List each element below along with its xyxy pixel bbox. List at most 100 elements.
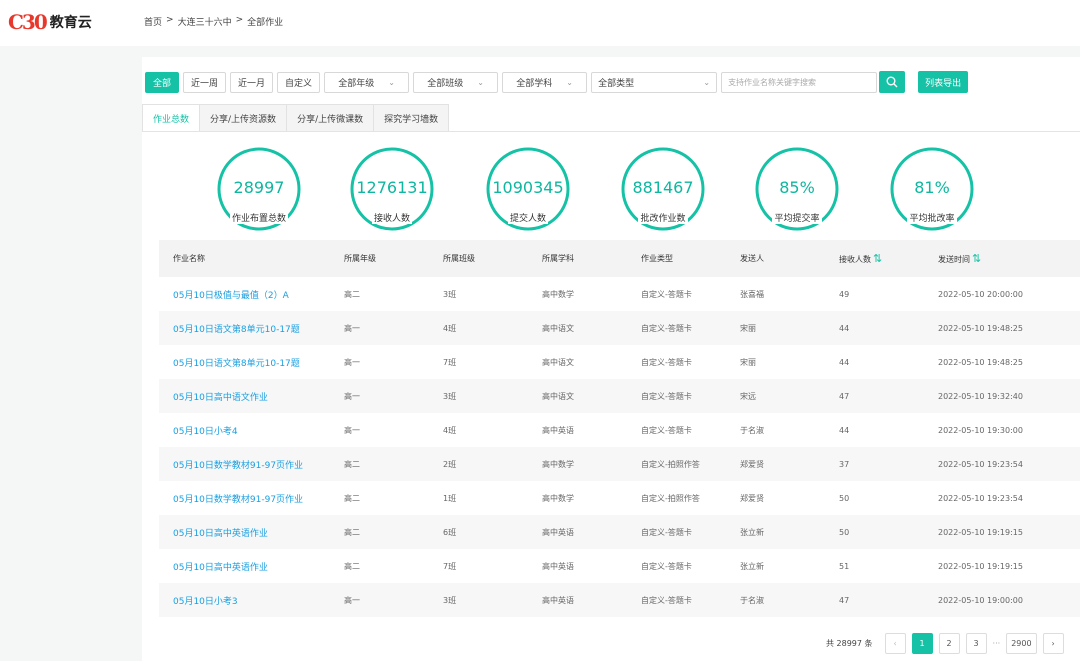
cell-receivers: 44 (839, 425, 850, 435)
cell-send-time: 2022-05-10 19:48:25 (938, 323, 1023, 333)
chevron-down-icon: ⌄ (388, 77, 395, 87)
header-receivers-label: 接收人数 (839, 255, 871, 264)
filter-custom-button[interactable]: 自定义 (277, 71, 321, 93)
chevron-right-icon[interactable]: › (1042, 633, 1064, 654)
homework-name-link[interactable]: 05月10日语文第8单元10-17题 (173, 359, 300, 369)
tab-homework-total[interactable]: 作业总数 (142, 104, 201, 131)
stat-label: 平均批改率 (882, 211, 982, 224)
homework-name-link[interactable]: 05月10日极值与最值（2）A (173, 291, 289, 301)
cell-grade: 高二 (344, 289, 360, 299)
cell-class: 6班 (443, 527, 457, 537)
filter-bar: 全部 近一周 近一月 自定义 全部年级 ⌄ 全部班级 ⌄ 全部学科 ⌄ 全部类型 ⌄ 支… (145, 71, 969, 93)
tab-shared-resources[interactable]: 分享/上传资源数 (199, 104, 288, 131)
cell-type: 自定义-答题卡 (641, 527, 692, 537)
cell-class: 1班 (443, 493, 457, 503)
cell-class: 3班 (443, 595, 457, 605)
export-list-button[interactable]: 列表导出 (918, 71, 969, 93)
stat-card: 81% 平均批改率 (889, 146, 975, 232)
homework-name-link[interactable]: 05月10日高中英语作业 (173, 529, 268, 539)
homework-table: 作业名称 所属年级 所属班级 所属学科 作业类型 发送人 接收人数 ⇅ 发送时间 ⇅… (159, 240, 1080, 617)
cell-receivers: 44 (839, 357, 850, 367)
stat-card: 1276131 接收人数 (349, 146, 435, 232)
cell-send-time: 2022-05-10 19:32:40 (938, 391, 1023, 401)
stat-label: 提交人数 (478, 211, 578, 224)
cell-receivers: 37 (839, 459, 850, 469)
homework-name-link[interactable]: 05月10日小考3 (173, 597, 238, 607)
page-ellipsis[interactable]: ··· (993, 639, 1001, 648)
type-select-value: 全部类型 (598, 78, 635, 89)
sort-icon[interactable]: ⇅ (873, 252, 882, 265)
logo-mark: C30 (8, 10, 48, 34)
stat-label-text: 提交人数 (507, 214, 548, 224)
logo[interactable]: C30 教育云 (8, 10, 92, 34)
breadcrumb-school[interactable]: 大连三十六中 (178, 15, 232, 28)
cell-grade: 高二 (344, 493, 360, 503)
cell-receivers: 47 (839, 391, 850, 401)
chevron-left-icon[interactable]: ‹ (884, 633, 906, 654)
cell-sender: 于名淑 (740, 595, 764, 605)
cell-class: 3班 (443, 289, 457, 299)
stat-card: 28997 作业布置总数 (216, 146, 302, 232)
cell-type: 自定义-答题卡 (641, 391, 692, 401)
page-button-1[interactable]: 1 (911, 633, 933, 654)
grade-select-value: 全部年级 (338, 78, 375, 89)
homework-name-link[interactable]: 05月10日高中语文作业 (173, 393, 268, 403)
cell-sender: 于名淑 (740, 425, 764, 435)
cell-class: 2班 (443, 459, 457, 469)
filter-all-button[interactable]: 全部 (145, 71, 180, 93)
cell-type: 自定义-答题卡 (641, 425, 692, 435)
cell-subject: 高中英语 (542, 425, 574, 435)
subject-select[interactable]: 全部学科 ⌄ (502, 71, 588, 93)
sort-icon[interactable]: ⇅ (972, 252, 981, 265)
filter-month-button[interactable]: 近一月 (230, 71, 274, 93)
header-class: 所属班级 (443, 254, 475, 263)
header-receivers[interactable]: 接收人数 ⇅ (839, 252, 938, 265)
homework-name-link[interactable]: 05月10日高中英语作业 (173, 563, 268, 573)
cell-subject: 高中数学 (542, 459, 574, 469)
search-button[interactable] (879, 71, 906, 93)
table-row: 05月10日数学教材91-97页作业 高二 1班 高中数学 自定义-拍照作答 郑… (159, 481, 1080, 515)
cell-subject: 高中语文 (542, 391, 574, 401)
type-select[interactable]: 全部类型 ⌄ (591, 71, 718, 93)
cell-grade: 高一 (344, 323, 360, 333)
cell-receivers: 50 (839, 527, 850, 537)
cell-sender: 张立新 (740, 561, 764, 571)
table-row: 05月10日语文第8单元10-17题 高一 4班 高中语文 自定义-答题卡 宋丽… (159, 311, 1080, 345)
homework-name-link[interactable]: 05月10日语文第8单元10-17题 (173, 325, 300, 335)
table-row: 05月10日高中语文作业 高一 3班 高中语文 自定义-答题卡 宋远 47 20… (159, 379, 1080, 413)
tab-inquiry-wall[interactable]: 探究学习墙数 (373, 104, 450, 131)
table-row: 05月10日数学教材91-97页作业 高二 2班 高中数学 自定义-拍照作答 郑… (159, 447, 1080, 481)
grade-select[interactable]: 全部年级 ⌄ (324, 71, 410, 93)
stat-value: 28997 (233, 178, 285, 197)
chevron-down-icon: ⌄ (566, 77, 573, 87)
homework-name-link[interactable]: 05月10日数学教材91-97页作业 (173, 495, 303, 505)
homework-name-link[interactable]: 05月10日数学教材91-97页作业 (173, 461, 303, 471)
stat-label-text: 平均提交率 (772, 214, 822, 224)
cell-sender: 张立新 (740, 527, 764, 537)
header-send-time[interactable]: 发送时间 ⇅ (938, 252, 1080, 265)
page-button-last[interactable]: 2900 (1006, 633, 1037, 654)
search-icon (886, 76, 898, 88)
breadcrumb-home[interactable]: 首页 (144, 15, 162, 28)
header-type: 作业类型 (641, 254, 673, 263)
page-button-2[interactable]: 2 (938, 633, 960, 654)
cell-send-time: 2022-05-10 19:19:15 (938, 527, 1023, 537)
header-sender: 发送人 (740, 254, 764, 263)
cell-class: 4班 (443, 323, 457, 333)
cell-class: 7班 (443, 357, 457, 367)
search-input[interactable]: 支持作业名称关键字搜索 (721, 71, 878, 93)
table-row: 05月10日高中英语作业 高二 6班 高中英语 自定义-答题卡 张立新 50 2… (159, 515, 1080, 549)
cell-send-time: 2022-05-10 19:48:25 (938, 357, 1023, 367)
class-select[interactable]: 全部班级 ⌄ (413, 71, 499, 93)
class-select-value: 全部班级 (427, 78, 464, 89)
stat-card: 1090345 提交人数 (485, 146, 571, 232)
filter-week-button[interactable]: 近一周 (183, 71, 227, 93)
tab-shared-microlessons[interactable]: 分享/上传微课数 (286, 104, 375, 131)
cell-subject: 高中英语 (542, 561, 574, 571)
stat-label: 作业布置总数 (209, 211, 309, 224)
homework-name-link[interactable]: 05月10日小考4 (173, 427, 238, 437)
page-button-3[interactable]: 3 (965, 633, 987, 654)
cell-grade: 高一 (344, 391, 360, 401)
table-header: 作业名称 所属年级 所属班级 所属学科 作业类型 发送人 接收人数 ⇅ 发送时间 ⇅ (159, 240, 1080, 277)
stat-value: 85% (779, 178, 815, 197)
